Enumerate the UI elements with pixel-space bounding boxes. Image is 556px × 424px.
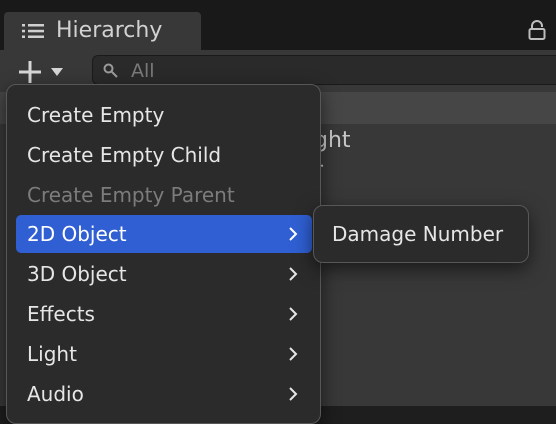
tab-hierarchy[interactable]: Hierarchy [4,12,201,50]
menu-item-label: Effects [27,302,95,326]
menu-item-label: 2D Object [27,222,127,246]
menu-item-label: Create Empty [27,103,165,127]
tab-title: Hierarchy [56,18,163,43]
chevron-right-icon [289,347,298,361]
window-tab-bar: Hierarchy [0,0,556,50]
menu-item-audio[interactable]: Audio [16,375,312,413]
menu-item-effects[interactable]: Effects [16,295,312,333]
chevron-right-icon [289,387,298,401]
search-icon [103,63,118,78]
menu-item-label: Audio [27,382,84,406]
chevron-right-icon [289,227,298,241]
menu-item-create-empty[interactable]: Create Empty [16,96,312,134]
submenu-item-damage-number[interactable]: Damage Number [320,215,522,253]
menu-item-light[interactable]: Light [16,335,312,373]
menu-item-3d-object[interactable]: 3D Object [16,255,312,293]
lock-icon[interactable] [528,20,546,40]
menu-item-2d-object[interactable]: 2D Object [16,215,312,253]
menu-item-create-empty-child[interactable]: Create Empty Child [16,136,312,174]
chevron-right-icon [289,307,298,321]
create-dropdown-button[interactable] [10,56,74,86]
menu-item-label: Create Empty Child [27,143,222,167]
menu-item-label: Create Empty Parent [27,183,235,207]
2d-object-submenu: Damage Number [313,205,529,263]
search-input[interactable] [129,58,533,84]
menu-item-label: 3D Object [27,262,127,286]
menu-item-create-empty-parent: Create Empty Parent [16,176,312,214]
caret-down-icon [51,68,63,76]
list-icon [22,24,44,38]
menu-item-label: Light [27,342,77,366]
plus-icon [19,61,41,83]
chevron-right-icon [289,267,298,281]
submenu-item-label: Damage Number [332,222,504,246]
create-context-menu: Create Empty Create Empty Child Create E… [6,84,321,424]
search-field[interactable] [92,55,556,85]
